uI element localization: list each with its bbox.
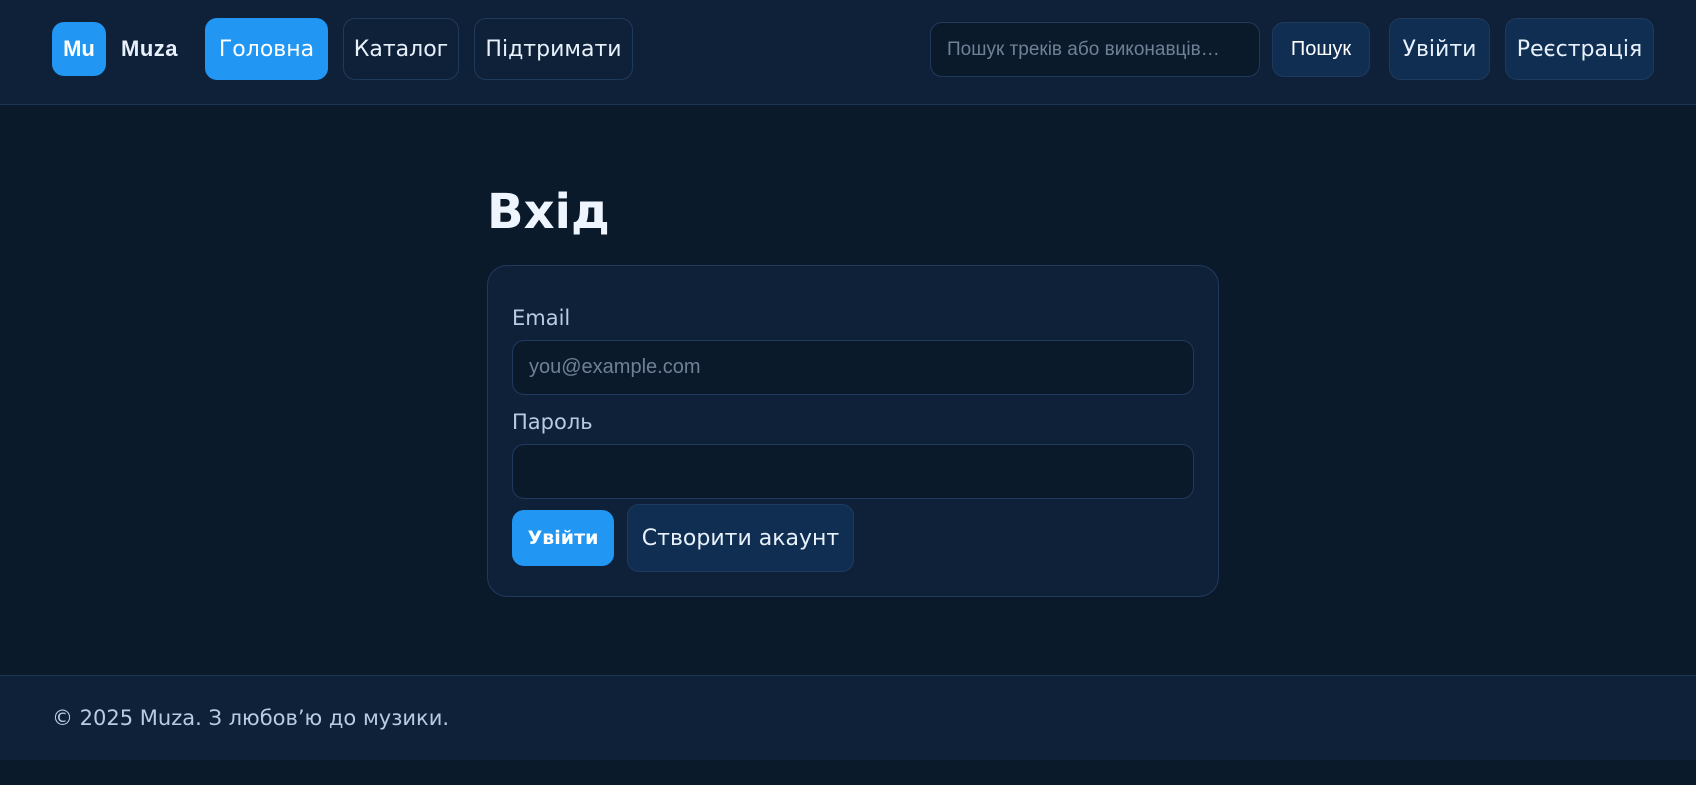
nav-support[interactable]: Підтримати (474, 18, 633, 80)
email-field[interactable] (512, 340, 1194, 395)
nav-home[interactable]: Головна (205, 18, 328, 80)
search-button[interactable]: Пошук (1272, 22, 1370, 77)
email-label: Email (512, 306, 571, 330)
footer: © 2025 Muza. З любов’ю до музики. (0, 675, 1696, 760)
page-title: Вхід (487, 184, 610, 240)
top-header: Mu Muza Головна Каталог Підтримати Пошук… (0, 0, 1696, 105)
login-button[interactable]: Увійти (1389, 18, 1490, 80)
footer-copyright: © 2025 Muza. З любов’ю до музики. (52, 706, 450, 730)
login-form-card: Email Пароль Увійти Створити акаунт (487, 265, 1219, 597)
logo-text[interactable]: Muza (121, 36, 178, 62)
submit-login-button[interactable]: Увійти (512, 510, 614, 566)
password-field[interactable] (512, 444, 1194, 499)
search-input[interactable] (930, 22, 1260, 77)
nav-catalog[interactable]: Каталог (343, 18, 459, 80)
register-button[interactable]: Реєстрація (1505, 18, 1654, 80)
create-account-button[interactable]: Створити акаунт (627, 504, 854, 572)
logo-badge[interactable]: Mu (52, 22, 106, 76)
password-label: Пароль (512, 410, 593, 434)
